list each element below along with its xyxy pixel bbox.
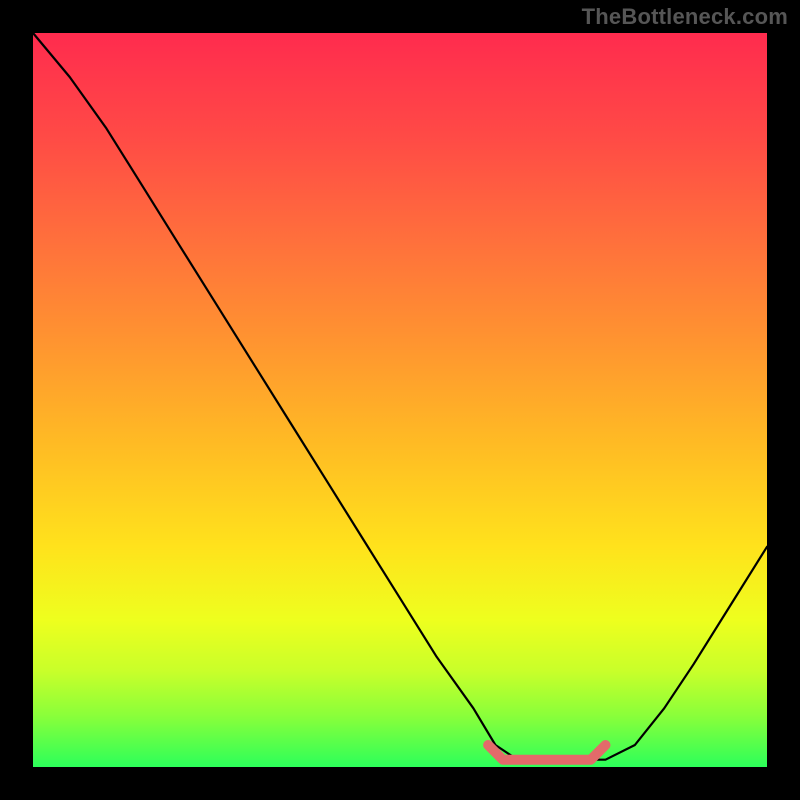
curve-line [33,33,767,760]
chart-container: TheBottleneck.com [0,0,800,800]
plot-svg [33,33,767,767]
watermark-text: TheBottleneck.com [582,4,788,30]
